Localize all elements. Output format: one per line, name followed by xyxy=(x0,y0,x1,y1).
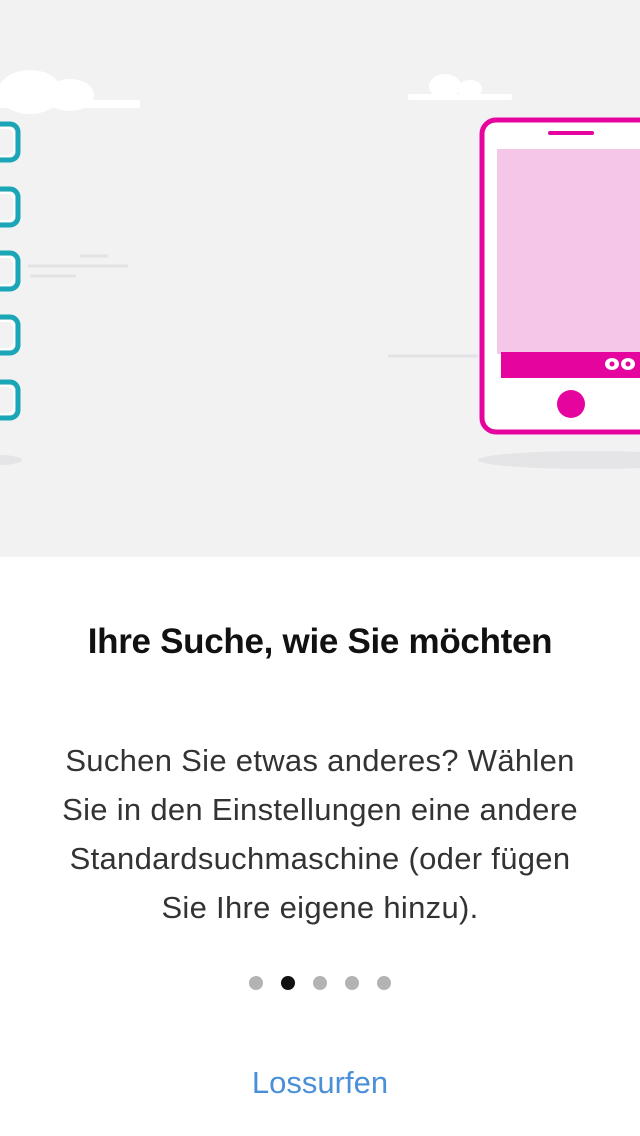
page-indicator[interactable] xyxy=(0,976,640,992)
page-dot-4[interactable] xyxy=(345,976,359,990)
cloud-left-icon xyxy=(0,70,140,114)
phone-icon xyxy=(478,117,640,469)
search-engine-list-icon xyxy=(0,121,21,421)
start-browsing-button[interactable]: Lossurfen xyxy=(200,1058,440,1108)
motion-lines xyxy=(28,254,478,358)
page-dot-1[interactable] xyxy=(249,976,263,990)
onboarding-illustration xyxy=(0,0,640,557)
search-engines-illustration xyxy=(0,70,640,469)
page-dot-2-active[interactable] xyxy=(281,976,295,990)
cloud-right-icon xyxy=(408,74,512,100)
page-description: Suchen Sie etwas anderes? Wählen Sie in … xyxy=(62,743,578,925)
page-dot-5[interactable] xyxy=(377,976,391,990)
page-dot-3[interactable] xyxy=(313,976,327,990)
page-title: Ihre Suche, wie Sie möchten xyxy=(87,622,553,661)
